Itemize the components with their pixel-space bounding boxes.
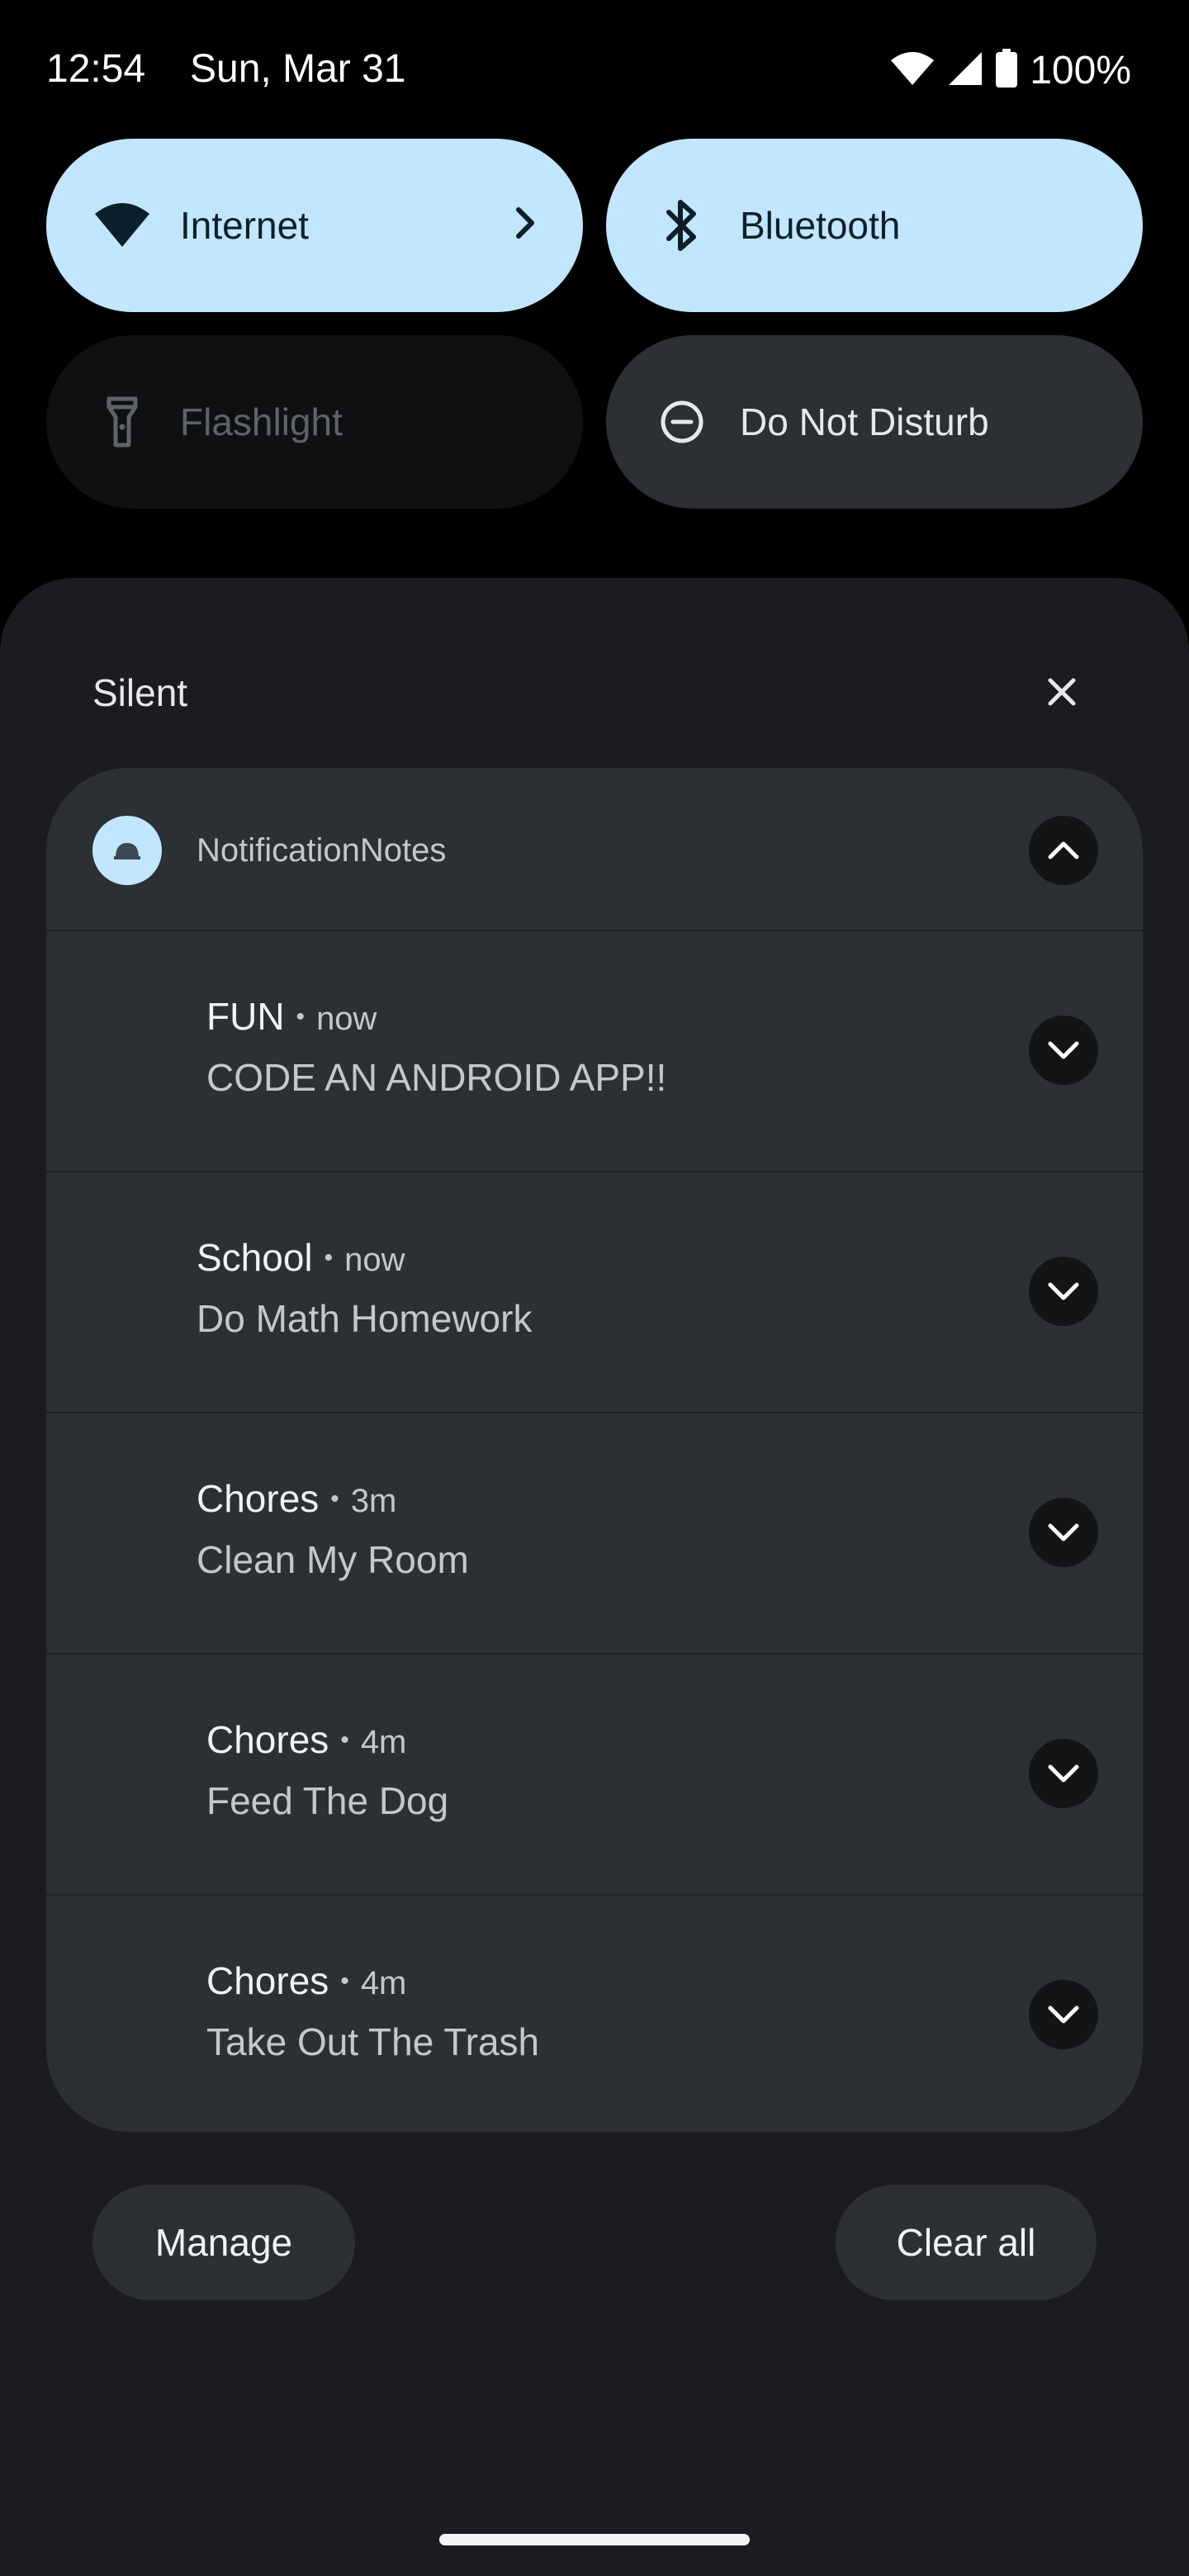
do-not-disturb-icon	[652, 392, 712, 452]
tile-do-not-disturb[interactable]: Do Not Disturb	[606, 335, 1143, 509]
wifi-icon	[889, 50, 936, 91]
notification-time: now	[316, 1001, 377, 1037]
tile-flashlight[interactable]: Flashlight	[46, 335, 583, 509]
section-title: Silent	[92, 671, 188, 714]
battery-percent: 100%	[1030, 49, 1131, 92]
notification-time: now	[344, 1242, 405, 1278]
chevron-down-icon	[1048, 1041, 1079, 1059]
app-name: NotificationNotes	[197, 832, 447, 869]
tile-bluetooth-label: Bluetooth	[740, 204, 901, 247]
expand-button[interactable]	[1029, 1739, 1098, 1808]
chevron-down-icon	[1048, 1523, 1079, 1541]
notification-body: Feed The Dog	[206, 1779, 449, 1822]
tile-dnd-label: Do Not Disturb	[740, 400, 989, 443]
notification-title: School	[197, 1236, 313, 1279]
status-date: Sun, Mar 31	[190, 47, 406, 91]
notification-body: Clean My Room	[197, 1538, 469, 1581]
notification-body: Take Out The Trash	[206, 2020, 540, 2063]
status-icons: 100%	[889, 48, 1131, 93]
battery-icon	[995, 49, 1018, 92]
status-time: 12:54	[46, 47, 146, 91]
tile-bluetooth[interactable]: Bluetooth	[606, 139, 1143, 312]
notification-time: 3m	[350, 1483, 397, 1519]
flashlight-icon	[92, 392, 152, 452]
notification-title: Chores	[206, 1959, 329, 2002]
notification-item[interactable]: Chores • 4m Feed The Dog	[46, 1655, 1143, 1894]
expand-button[interactable]	[1029, 1498, 1098, 1567]
expand-button[interactable]	[1029, 1257, 1098, 1326]
notification-item[interactable]: Chores • 3m Clean My Room	[46, 1413, 1143, 1653]
separator-dot: •	[324, 1244, 334, 1271]
close-icon[interactable]	[1037, 667, 1087, 717]
notification-group: NotificationNotes FUN • now CODE AN ANDR…	[46, 768, 1143, 2132]
separator-dot: •	[330, 1485, 339, 1513]
chevron-right-icon	[509, 198, 542, 252]
notification-body: Do Math Homework	[197, 1297, 533, 1340]
wifi-icon	[92, 196, 152, 255]
notification-item[interactable]: FUN • now CODE AN ANDROID APP!!	[46, 931, 1143, 1171]
separator-dot: •	[296, 1003, 306, 1030]
chevron-down-icon	[1048, 1764, 1079, 1783]
separator-dot: •	[340, 1968, 349, 1995]
chevron-up-icon	[1048, 841, 1079, 859]
status-bar: 12:54 Sun, Mar 31 100%	[0, 0, 1189, 140]
clear-all-button[interactable]: Clear all	[836, 2185, 1097, 2300]
notification-body: CODE AN ANDROID APP!!	[206, 1056, 667, 1099]
bluetooth-icon	[652, 196, 712, 255]
manage-button[interactable]: Manage	[92, 2185, 355, 2300]
tile-flashlight-label: Flashlight	[180, 400, 343, 443]
chevron-down-icon	[1048, 2005, 1079, 2024]
collapse-group-button[interactable]	[1029, 816, 1098, 885]
app-icon	[92, 816, 162, 885]
expand-button[interactable]	[1029, 1980, 1098, 2049]
notification-title: Chores	[197, 1477, 320, 1520]
chevron-down-icon	[1048, 1282, 1079, 1300]
separator-dot: •	[340, 1726, 349, 1754]
tile-internet[interactable]: Internet	[46, 139, 583, 312]
expand-button[interactable]	[1029, 1016, 1098, 1085]
notification-time: 4m	[360, 1724, 407, 1760]
signal-icon	[947, 50, 983, 91]
notification-title: Chores	[206, 1718, 329, 1761]
notification-time: 4m	[360, 1965, 407, 2001]
group-header[interactable]: NotificationNotes	[46, 768, 1143, 930]
notification-item[interactable]: School • now Do Math Homework	[46, 1172, 1143, 1412]
home-indicator[interactable]	[439, 2534, 750, 2545]
tile-internet-label: Internet	[180, 204, 309, 247]
notification-item[interactable]: Chores • 4m Take Out The Trash	[46, 1896, 1143, 2132]
notification-title: FUN	[206, 995, 285, 1038]
